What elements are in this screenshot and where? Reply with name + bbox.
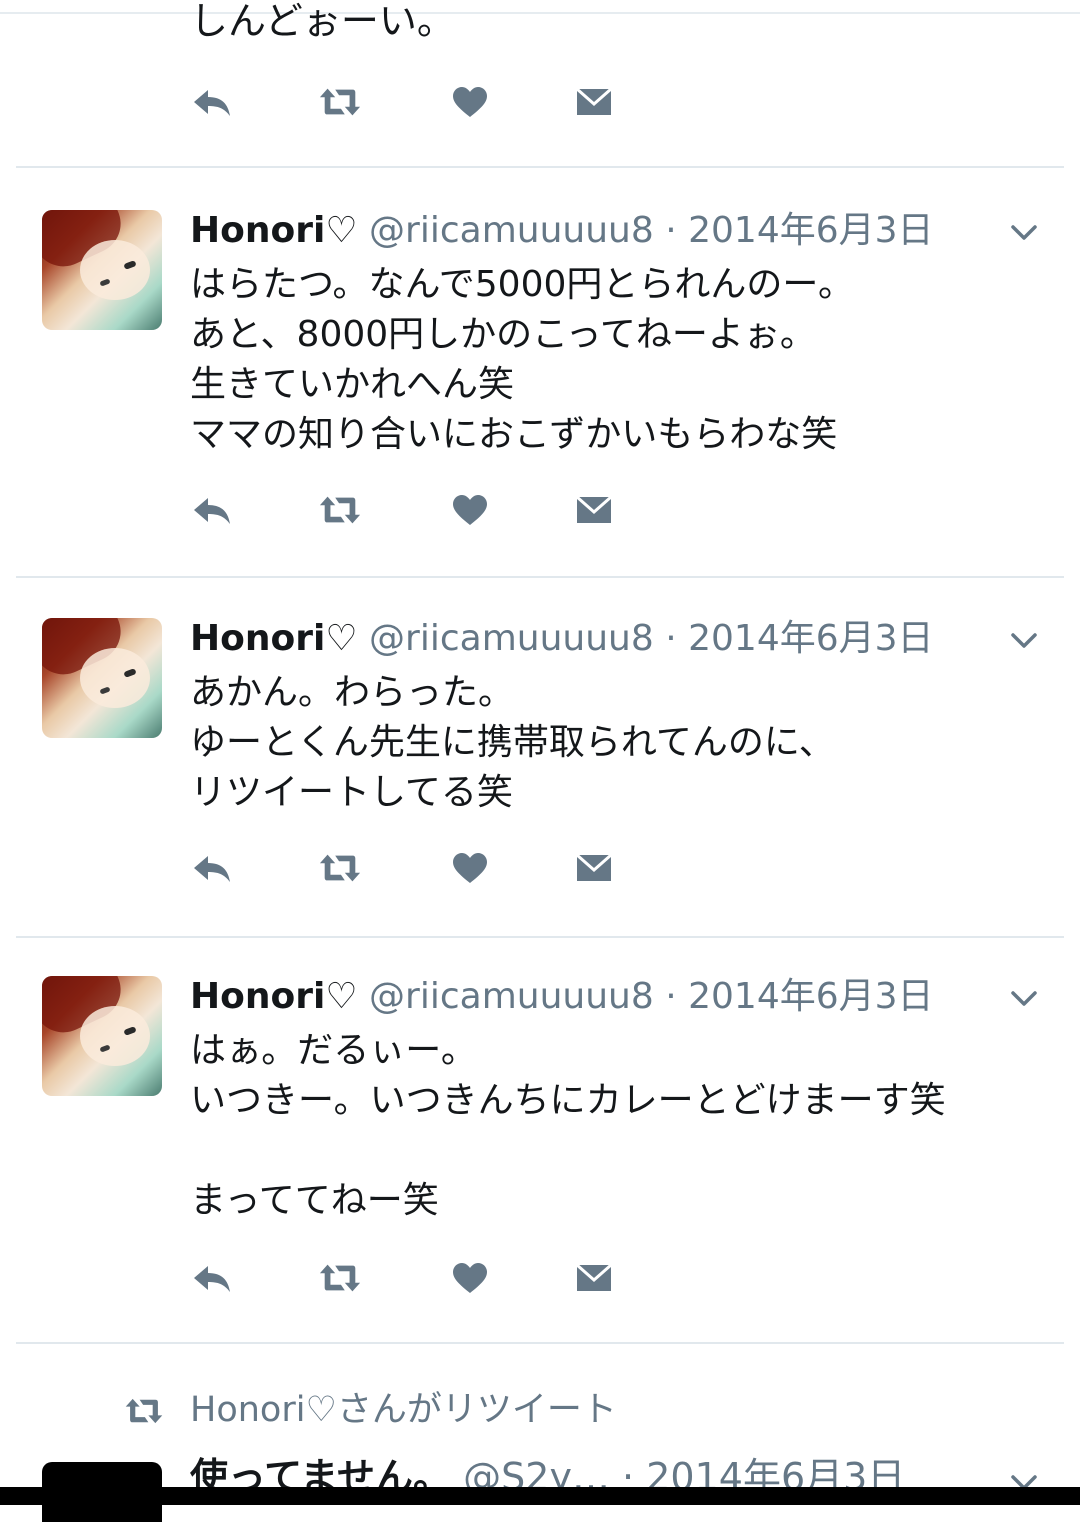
tweet-divider — [16, 166, 1064, 168]
display-name[interactable]: Honori♡ — [190, 210, 358, 251]
heart-icon — [453, 495, 487, 525]
like-button[interactable] — [448, 490, 492, 530]
dm-button[interactable] — [572, 848, 616, 888]
retweet-button[interactable] — [318, 848, 362, 888]
like-button[interactable] — [448, 848, 492, 888]
user-handle[interactable]: @riicamuuuuu8 — [369, 618, 654, 659]
chevron-down-icon[interactable] — [1010, 984, 1038, 1012]
avatar[interactable] — [42, 618, 162, 738]
envelope-icon — [576, 1263, 612, 1291]
tweet-date[interactable]: 2014年6月3日 — [688, 976, 933, 1017]
separator: · — [665, 618, 677, 659]
chevron-down-icon[interactable] — [1010, 218, 1038, 246]
separator: · — [665, 210, 677, 251]
retweet-icon — [319, 854, 361, 882]
reply-icon — [194, 856, 230, 882]
retweet-icon — [319, 88, 361, 116]
like-button[interactable] — [448, 1258, 492, 1298]
reply-icon — [194, 90, 230, 116]
retweet-button[interactable] — [318, 1258, 362, 1298]
dm-button[interactable] — [572, 490, 616, 530]
retweet-icon — [319, 1264, 361, 1292]
display-name[interactable]: Honori♡ — [190, 618, 358, 659]
reply-icon — [194, 1266, 230, 1292]
chevron-down-icon[interactable] — [1010, 626, 1038, 654]
retweet-context-label: Honori♡さんがリツイート — [190, 1390, 617, 1430]
reply-button[interactable] — [190, 82, 234, 122]
separator: · — [665, 976, 677, 1017]
heart-icon — [453, 853, 487, 883]
reply-icon — [194, 498, 230, 524]
tweet-divider — [16, 1342, 1064, 1344]
top-divider — [0, 0, 1080, 14]
retweet-icon — [125, 1398, 163, 1424]
tweet-header: Honori♡ @riicamuuuuu8 · 2014年6月3日 — [190, 208, 1020, 256]
tweet-actions — [190, 490, 620, 530]
envelope-icon — [576, 853, 612, 881]
tweet-divider — [16, 936, 1064, 938]
reply-button[interactable] — [190, 848, 234, 888]
tweet-text: はぁ。だるぃー。 いつきー。いつきんちにカレーとどけまーす笑 まっててねー笑 — [190, 1030, 946, 1221]
tweet-date[interactable]: 2014年6月3日 — [688, 210, 933, 251]
reply-button[interactable] — [190, 490, 234, 530]
heart-icon — [453, 1263, 487, 1293]
dm-button[interactable] — [572, 1258, 616, 1298]
like-button[interactable] — [448, 82, 492, 122]
tweet-actions — [190, 848, 620, 888]
tweet-text: はらたつ。なんで5000円とられんのー。 あと、8000円しかのこってねーよぉ。… — [190, 264, 855, 455]
dm-button[interactable] — [572, 82, 616, 122]
heart-icon — [453, 87, 487, 117]
envelope-icon — [576, 87, 612, 115]
tweet-header: Honori♡ @riicamuuuuu8 · 2014年6月3日 — [190, 974, 1020, 1022]
system-nav-bar — [0, 1487, 1080, 1505]
tweet-header: Honori♡ @riicamuuuuu8 · 2014年6月3日 — [190, 616, 1020, 664]
envelope-icon — [576, 495, 612, 523]
avatar[interactable] — [42, 976, 162, 1096]
tweet-actions — [190, 82, 620, 122]
retweet-icon — [319, 496, 361, 524]
reply-button[interactable] — [190, 1258, 234, 1298]
retweet-button[interactable] — [318, 490, 362, 530]
retweet-context[interactable]: Honori♡さんがリツイート — [124, 1388, 617, 1432]
user-handle[interactable]: @riicamuuuuu8 — [369, 976, 654, 1017]
tweet-text: しんどぉーい。 — [190, 0, 455, 43]
user-handle[interactable]: @riicamuuuuu8 — [369, 210, 654, 251]
tweet-actions — [190, 1258, 620, 1298]
tweet-text: あかん。わらった。 ゆーとくん先生に携帯取られてんのに、 リツイートしてる笑 — [190, 672, 835, 813]
tweet-divider — [16, 576, 1064, 578]
avatar[interactable] — [42, 210, 162, 330]
retweet-button[interactable] — [318, 82, 362, 122]
display-name[interactable]: Honori♡ — [190, 976, 358, 1017]
tweet-date[interactable]: 2014年6月3日 — [688, 618, 933, 659]
